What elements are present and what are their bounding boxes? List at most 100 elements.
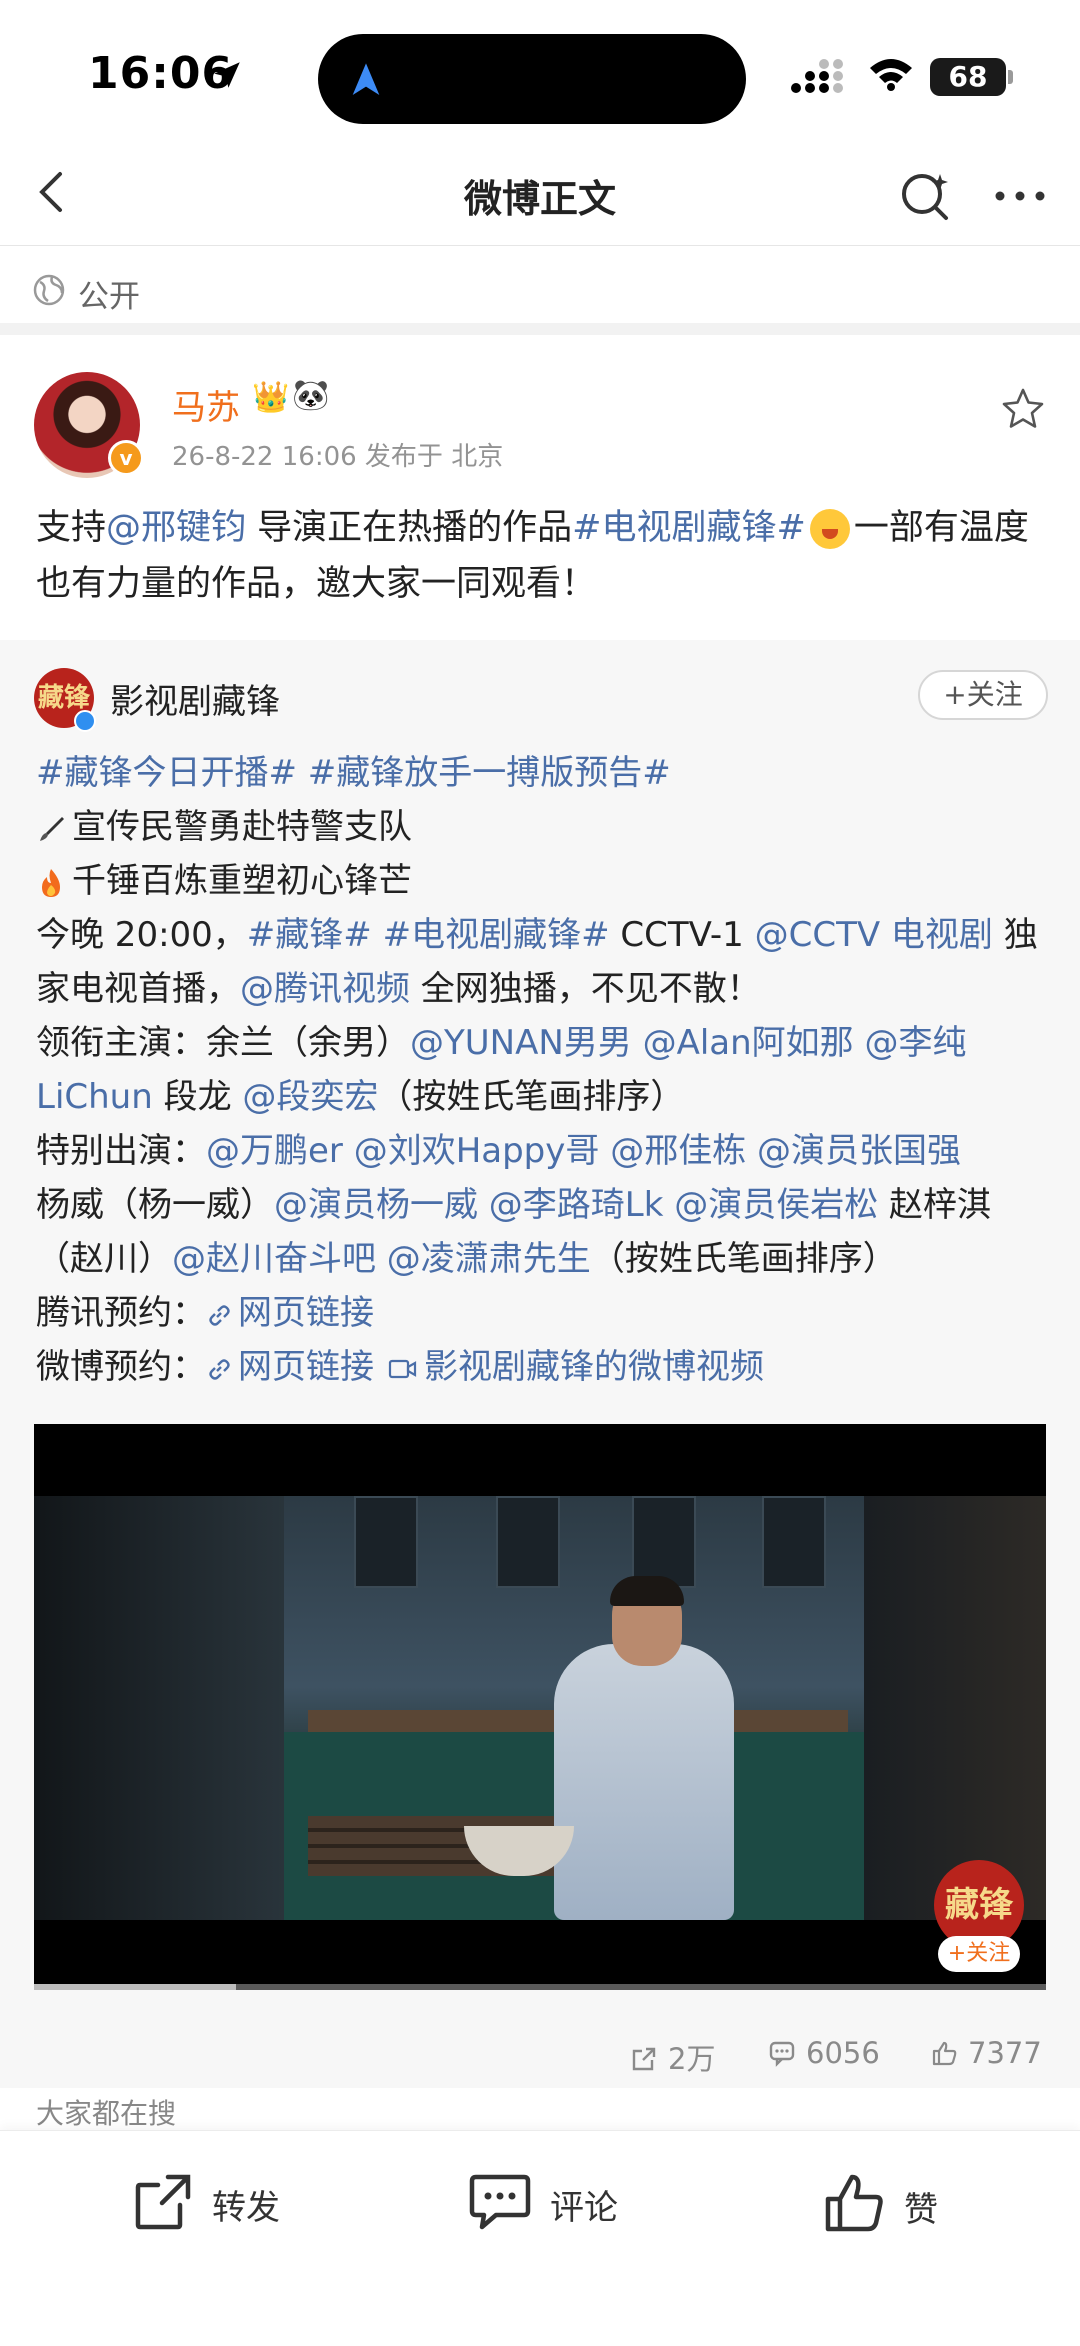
repost-card[interactable]: 藏锋 影视剧藏锋 +关注 #藏锋今日开播# #藏锋放手一搏版预告# 宣传民警勇赴…	[0, 640, 1080, 2088]
like-icon	[932, 2041, 957, 2066]
author-name[interactable]: 马苏	[172, 380, 240, 429]
comment-icon	[469, 2174, 531, 2230]
follow-button[interactable]: +关注	[918, 670, 1048, 720]
comment-button[interactable]: 评论	[468, 2171, 618, 2233]
repost-text-segment: 独	[992, 915, 1038, 955]
mention-link[interactable]: @邢键钧	[106, 508, 246, 548]
post-text-segment: 导演正在热播的作品	[246, 508, 573, 548]
hashtag-link[interactable]: #电视剧藏锋#	[572, 508, 806, 548]
post-meta: 26-8-22 16:06 发布于 北京	[172, 442, 504, 472]
mention-link[interactable]: @腾讯视频	[240, 969, 410, 1009]
comment-icon	[769, 2041, 795, 2067]
repost-icon	[135, 2174, 191, 2230]
video-icon	[388, 1359, 417, 1378]
repost-button[interactable]: 转发	[132, 2171, 280, 2233]
comment-label: 评论	[550, 2188, 618, 2228]
brush-icon	[40, 816, 64, 841]
comment-count-value: 6056	[806, 2036, 880, 2070]
like-count[interactable]: 7377	[930, 2036, 1042, 2070]
video-progress-fill	[34, 1984, 237, 1990]
nav-bar: 微博正文	[0, 140, 1080, 246]
like-button[interactable]: 赞	[822, 2171, 938, 2235]
repost-label: 转发	[212, 2188, 280, 2228]
repost-text-segment: 家电视首播，	[36, 969, 240, 1009]
more-icon[interactable]	[990, 176, 1050, 216]
mention-link[interactable]: @YUNAN男男 @Alan阿如那 @李纯	[410, 1023, 966, 1063]
video-progress-bar[interactable]	[34, 1984, 1046, 1990]
post-text-segment: 支持	[36, 508, 107, 548]
video-follow-button[interactable]: +关注	[938, 1936, 1020, 1972]
like-count-value: 7377	[968, 2036, 1042, 2070]
repost-text-segment: 全网独播，不见不散！	[410, 969, 761, 1009]
mention-link[interactable]: @万鹏er @刘欢Happy哥 @邢佳栋 @演员张国强	[206, 1131, 961, 1171]
repost-line: LiChun 段龙 @段奕宏（按姓氏笔画排序）	[36, 1070, 1056, 1124]
verified-badge-icon	[74, 710, 96, 732]
mention-link[interactable]: LiChun	[36, 1077, 153, 1117]
favorite-star-icon[interactable]	[1000, 386, 1046, 432]
hashtag-line[interactable]: #藏锋今日开播# #藏锋放手一搏版预告#	[36, 746, 1056, 800]
repost-stats: 2万 6056 7377	[0, 2028, 1080, 2078]
repost-body: #藏锋今日开播# #藏锋放手一搏版预告# 宣传民警勇赴特警支队 千锤百炼重塑初心…	[36, 746, 1056, 1394]
scene-person-hair	[610, 1576, 684, 1606]
repost-count-value: 2万	[668, 2042, 716, 2076]
repost-line: 腾讯预约： 网页链接	[36, 1286, 1056, 1340]
repost-text-segment: 杨威（杨一威）	[36, 1185, 274, 1225]
mention-link[interactable]: @演员杨一威 @李路琦Lk @演员侯岩松	[274, 1185, 878, 1225]
link-icon	[209, 1358, 230, 1380]
comment-count[interactable]: 6056	[768, 2036, 880, 2070]
dynamic-island	[318, 34, 746, 124]
repost-text-segment: 千锤百炼重塑初心锋芒	[72, 861, 412, 901]
repost-line: 微博预约： 网页链接 影视剧藏锋的微博视频	[36, 1340, 1056, 1394]
mention-link[interactable]: @赵川奋斗吧 @凌潇肃先生	[172, 1239, 591, 1279]
like-label: 赞	[904, 2190, 938, 2230]
repost-text-segment: 特别出演：	[36, 1131, 206, 1171]
repost-text-segment: 微博预约：	[36, 1347, 206, 1387]
channel-name[interactable]: 影视剧藏锋	[110, 674, 280, 723]
web-link[interactable]: 网页链接	[238, 1293, 374, 1333]
scene-notice-board	[632, 1496, 696, 1588]
repost-text-segment: 领衔主演：余兰（余男）	[36, 1023, 410, 1063]
fire-icon	[42, 868, 60, 897]
panda-icon: 🐼	[292, 378, 330, 413]
repost-line: 杨威（杨一威）@演员杨一威 @李路琦Lk @演员侯岩松 赵梓淇	[36, 1178, 1056, 1232]
repost-line: 千锤百炼重塑初心锋芒	[36, 854, 1056, 908]
search-icon[interactable]	[896, 166, 956, 226]
repost-line: （赵川）@赵川奋斗吧 @凌潇肃先生（按姓氏笔画排序）	[36, 1232, 1056, 1286]
scene-notice-board	[496, 1496, 560, 1588]
battery-tip	[1008, 70, 1013, 84]
scene-person	[554, 1644, 734, 1920]
repost-text-segment: 赵梓淇	[878, 1185, 992, 1225]
repost-text-segment: 今晚 20:00，	[36, 915, 247, 955]
scene-notice-board	[354, 1496, 418, 1588]
repost-text-segment: 腾讯预约：	[36, 1293, 206, 1333]
scene-wall	[34, 1496, 284, 1920]
video-frame	[34, 1496, 1046, 1920]
repost-line: 宣传民警勇赴特警支队	[36, 800, 1056, 854]
status-bar: 16:06 68	[0, 0, 1080, 140]
mention-link[interactable]: @CCTV 电视剧	[755, 915, 993, 955]
repost-text-segment: （按姓氏笔画排序）	[378, 1077, 685, 1117]
repost-line: 家电视首播，@腾讯视频 全网独播，不见不散！	[36, 962, 1056, 1016]
trending-label[interactable]: 大家都在搜	[36, 2092, 176, 2132]
repost-line: 领衔主演：余兰（余男）@YUNAN男男 @Alan阿如那 @李纯	[36, 1016, 1056, 1070]
link-icon	[209, 1304, 230, 1326]
like-icon	[825, 2174, 883, 2232]
signal-icon	[791, 59, 843, 93]
wifi-icon	[870, 59, 912, 91]
cheering-emoji-icon	[809, 509, 850, 549]
navigation-icon	[352, 63, 380, 95]
web-link[interactable]: 网页链接	[238, 1347, 374, 1387]
verified-badge-icon: v	[108, 440, 144, 476]
crown-icon: 👑	[252, 380, 290, 415]
repost-count[interactable]: 2万	[630, 2036, 715, 2078]
mention-link[interactable]: @段奕宏	[242, 1077, 378, 1117]
scene-notice-board	[762, 1496, 826, 1588]
repost-line: 今晚 20:00，#藏锋# #电视剧藏锋# CCTV-1 @CCTV 电视剧 独	[36, 908, 1056, 962]
video-player[interactable]: 藏锋 +关注	[34, 1424, 1046, 1984]
repost-text-segment: 段龙	[152, 1077, 243, 1117]
repost-icon	[632, 2047, 656, 2071]
visibility-row: 公开	[0, 247, 1080, 335]
hashtag-link[interactable]: #藏锋# #电视剧藏锋#	[247, 915, 610, 955]
repost-line: 特别出演：@万鹏er @刘欢Happy哥 @邢佳栋 @演员张国强	[36, 1124, 1056, 1178]
video-link[interactable]: 影视剧藏锋的微博视频	[424, 1347, 764, 1387]
